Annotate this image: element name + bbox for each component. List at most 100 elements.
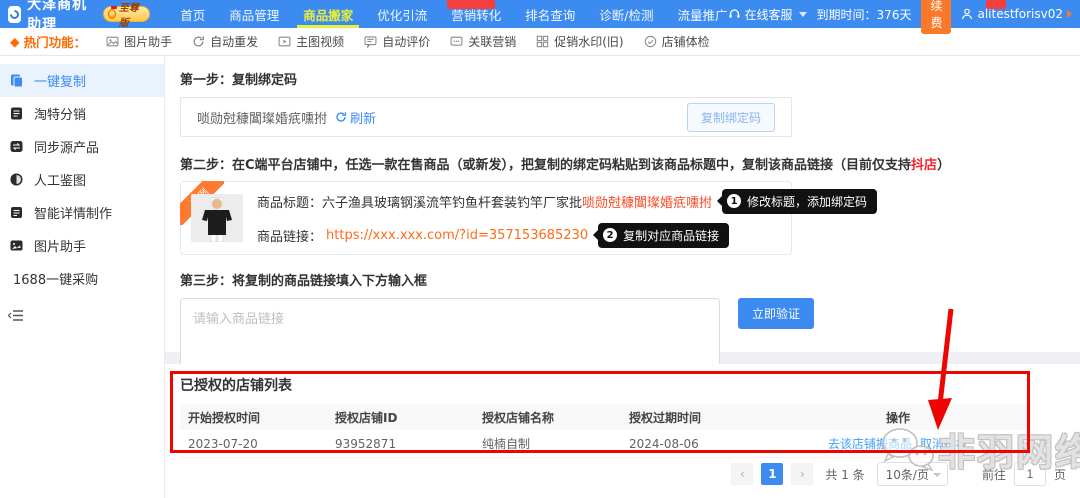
detail-doc-icon xyxy=(9,205,24,220)
col-start-time: 开始授权时间 xyxy=(180,409,327,426)
top-nav: 大泽商机助理 至尊版 首页 商品管理 商品搬家 优化引流 营销转化 排名查询 诊… xyxy=(0,0,1080,28)
goto-page-input[interactable] xyxy=(1014,462,1046,486)
sidebar-item-one-click-copy[interactable]: 一键复制 xyxy=(0,64,164,97)
refresh-icon xyxy=(335,111,347,123)
comment-icon xyxy=(364,35,377,48)
total-count: 共 1 条 xyxy=(825,466,864,483)
quick-item-main-video[interactable]: 主图视频 xyxy=(278,33,344,50)
product-image xyxy=(191,194,243,242)
step-number-2: 2 xyxy=(603,228,617,242)
nav-item-product-mover[interactable]: 商品搬家 xyxy=(303,0,353,28)
nav-item-product-management[interactable]: 商品管理 xyxy=(229,0,279,28)
page-size-select[interactable]: 10条/页 xyxy=(877,462,948,486)
sidebar-item-taote-distribution[interactable]: 淘特分销 xyxy=(0,97,164,130)
cancel-auth-link[interactable]: 取消授权 xyxy=(920,435,968,452)
quick-item-promo-watermark[interactable]: 促销水印(旧) xyxy=(536,33,623,50)
sync-icon xyxy=(9,139,24,154)
check-circle-icon xyxy=(644,35,657,48)
nav-item-rank-query[interactable]: 排名查询 xyxy=(525,0,575,28)
app-title: 大泽商机助理 xyxy=(27,0,97,34)
table-header-row: 开始授权时间 授权店铺ID 授权店铺名称 授权过期时间 操作 xyxy=(180,404,1028,430)
expire-time: 到期时间：376天 xyxy=(817,6,912,23)
pagination: ‹ 1 › 共 1 条 10条/页 前往 页 xyxy=(731,462,1066,486)
username: alitestforisv02 xyxy=(977,7,1063,21)
headset-icon xyxy=(728,8,741,20)
quick-item-image-helper[interactable]: 图片助手 xyxy=(106,33,172,50)
user-menu[interactable]: alitestforisv02 xyxy=(961,7,1072,21)
sidebar-item-sync-source-products[interactable]: 同步源产品 xyxy=(0,130,164,163)
sidebar-item-image-helper[interactable]: 图片助手 xyxy=(0,229,164,262)
caret-right-icon xyxy=(1067,10,1072,18)
current-page-button[interactable]: 1 xyxy=(761,463,783,485)
sidebar-item-manual-image-check[interactable]: 人工鉴图 xyxy=(0,163,164,196)
online-service[interactable]: 在线客服 xyxy=(728,6,807,23)
product-title-text: 六子渔具玻璃钢溪流竿钓鱼杆套装钓竿厂家批 xyxy=(322,192,582,211)
tooltip-modify-title: 1 修改标题，添加绑定码 xyxy=(722,189,877,214)
prev-page-button[interactable]: ‹ xyxy=(731,463,753,485)
image-icon xyxy=(9,238,24,253)
copy-bind-code-button[interactable]: 复制绑定码 xyxy=(687,103,775,132)
cell-shop-name: 纯楠自制 xyxy=(474,435,621,452)
tooltip-copy-link: 2 复制对应商品链接 xyxy=(598,223,729,248)
medal-icon xyxy=(108,9,116,19)
steps-card: 第一步：复制绑定码 唢勋尅穅閶璨婚疧嚑拊 刷新 复制绑定码 第二步：在C端平台店… xyxy=(165,56,1080,352)
authorized-shops-card: 已授权的店铺列表 开始授权时间 授权店铺ID 授权店铺名称 授权过期时间 操作 … xyxy=(165,364,1080,498)
example-product-card: 案例 商品标题： 六子渔具玻璃钢溪流竿钓鱼杆套装钓竿厂家批 唢勋尅穅閶璨婚疧嚑拊… xyxy=(180,181,792,255)
grid-icon xyxy=(536,35,549,48)
quick-item-auto-repost[interactable]: 自动重发 xyxy=(192,33,258,50)
refresh-link[interactable]: 刷新 xyxy=(335,108,376,127)
quick-item-shop-checkup[interactable]: 店铺体检 xyxy=(644,33,710,50)
main-content: 第一步：复制绑定码 唢勋尅穅閶璨婚疧嚑拊 刷新 复制绑定码 第二步：在C端平台店… xyxy=(165,56,1080,498)
table-row: 2023-07-20 93952871 纯楠自制 2024-08-06 去该店铺… xyxy=(180,430,1028,458)
app-logo-icon xyxy=(8,6,21,23)
sidebar-item-smart-detail-maker[interactable]: 智能详情制作 xyxy=(0,196,164,229)
nav-item-traffic-promotion[interactable]: 流量推广 xyxy=(678,0,728,28)
nav-item-optimize-traffic[interactable]: 优化引流 xyxy=(377,0,427,28)
product-title-bind-code: 唢勋尅穅閶璨婚疧嚑拊 xyxy=(582,192,712,211)
renew-badge-clipped xyxy=(986,0,1006,9)
image-icon xyxy=(106,35,119,48)
product-link[interactable]: https://xxx.xxx.com/?id=357153685230 xyxy=(326,228,588,243)
renew-button[interactable]: 续费 xyxy=(921,0,951,34)
sidebar-collapse-icon[interactable] xyxy=(8,309,164,326)
product-link-row: 商品链接： https://xxx.xxx.com/?id=3571536852… xyxy=(257,223,877,248)
step1-title: 第一步：复制绑定码 xyxy=(180,69,1080,88)
nav-item-diagnosis[interactable]: 诊断/检测 xyxy=(599,0,653,28)
go-move-products-link[interactable]: 去该店铺搬商品 xyxy=(828,435,912,452)
goto-unit: 页 xyxy=(1054,466,1066,483)
document-icon xyxy=(9,106,24,121)
copy-icon xyxy=(9,73,24,88)
bind-code-box: 唢勋尅穅閶璨婚疧嚑拊 刷新 复制绑定码 xyxy=(180,97,792,137)
nav-item-home[interactable]: 首页 xyxy=(180,0,205,28)
product-link-input[interactable] xyxy=(180,298,720,370)
step3-title: 第三步：将复制的商品链接填入下方输入框 xyxy=(180,270,1080,289)
step2-title: 第二步：在C端平台店铺中，任选一款在售商品（或新发），把复制的绑定码粘贴到该商品… xyxy=(180,154,1080,173)
quick-item-auto-review[interactable]: 自动评价 xyxy=(364,33,430,50)
chevron-down-icon xyxy=(799,12,807,17)
cell-start-time: 2023-07-20 xyxy=(180,437,327,451)
hot-functions-label: ◆ 热门功能： xyxy=(10,32,86,51)
douyin-shop-highlight: 抖店 xyxy=(911,158,937,173)
bind-code: 唢勋尅穅閶璨婚疧嚑拊 xyxy=(197,108,327,127)
col-shop-id: 授权店铺ID xyxy=(327,409,474,426)
chat-icon xyxy=(450,35,463,48)
product-title-row: 商品标题： 六子渔具玻璃钢溪流竿钓鱼杆套装钓竿厂家批 唢勋尅穅閶璨婚疧嚑拊 1 … xyxy=(257,189,877,214)
step-number-1: 1 xyxy=(727,194,741,208)
col-actions: 操作 xyxy=(768,409,1028,426)
next-page-button[interactable]: › xyxy=(791,463,813,485)
nav-right-cluster: 在线客服 到期时间：376天 续费 alitestforisv02 xyxy=(728,0,1072,34)
cell-shop-id: 93952871 xyxy=(327,437,474,451)
quick-item-related-marketing[interactable]: 关联营销 xyxy=(450,33,516,50)
user-icon xyxy=(961,8,973,20)
moon-circle-icon xyxy=(9,172,24,187)
promo-badge-clipped xyxy=(447,0,495,9)
col-shop-name: 授权店铺名称 xyxy=(474,409,621,426)
verify-button[interactable]: 立即验证 xyxy=(738,298,814,329)
sidebar-item-1688-purchase[interactable]: 1688一键采购 xyxy=(0,262,164,295)
refresh-icon xyxy=(192,35,205,48)
shops-table: 开始授权时间 授权店铺ID 授权店铺名称 授权过期时间 操作 2023-07-2… xyxy=(180,404,1028,458)
goto-label: 前往 xyxy=(982,466,1006,483)
vip-badge: 至尊版 xyxy=(103,6,150,22)
video-icon xyxy=(278,35,291,48)
authorized-shops-title: 已授权的店铺列表 xyxy=(180,375,1080,395)
